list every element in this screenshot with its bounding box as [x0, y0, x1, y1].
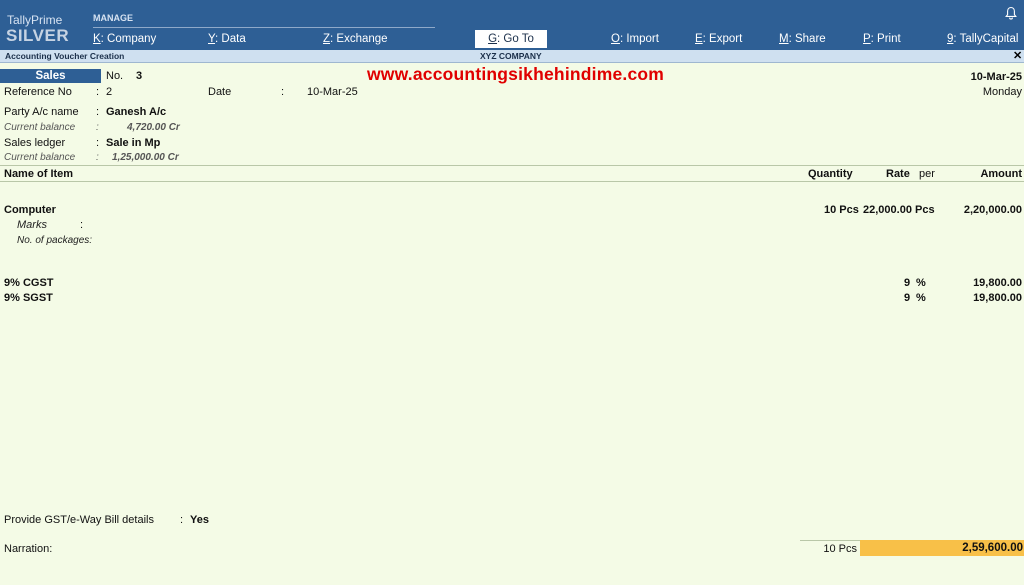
item-name[interactable]: Computer: [4, 204, 56, 216]
menu-key: G: [488, 33, 498, 45]
close-icon[interactable]: ✕: [1013, 49, 1022, 62]
menu-key: Y: [208, 33, 216, 45]
tax-row-amount: 19,800.00: [973, 292, 1022, 304]
bell-icon[interactable]: [1005, 6, 1017, 20]
brand-name: TallyPrime: [7, 13, 63, 27]
menu-key: K: [93, 33, 101, 45]
screen-title: Accounting Voucher Creation: [5, 51, 125, 61]
item-quantity[interactable]: 10 Pcs: [824, 204, 859, 216]
company-name: XYZ COMPANY: [480, 51, 542, 61]
top-bar: TallyPrime SILVER MANAGE K: Company Y: D…: [0, 0, 1024, 50]
tax-row-rate: 9: [904, 277, 911, 289]
col-header-rate: Rate: [886, 168, 910, 180]
menu-tallycapital[interactable]: 9: TallyCapital: [947, 33, 1018, 45]
voucher-day: Monday: [982, 86, 1022, 98]
tax-row-per: %: [916, 292, 926, 304]
col-header-quantity: Quantity: [808, 168, 853, 180]
col-header-item: Name of Item: [4, 168, 74, 180]
tax-row-name[interactable]: 9% CGST: [4, 277, 54, 289]
table-header-divider: [0, 181, 1024, 182]
gst-details-value[interactable]: Yes: [190, 514, 209, 526]
table-top-divider: [0, 165, 1024, 166]
voucher-no-value[interactable]: 3: [136, 70, 142, 82]
menu-key: O: [611, 33, 620, 45]
menu-label: : Share: [788, 33, 826, 45]
party-value[interactable]: Ganesh A/c: [106, 106, 166, 118]
reference-colon: :: [96, 86, 100, 98]
item-marks-colon: :: [80, 219, 84, 231]
party-balance-value: 4,720.00 Cr: [127, 122, 180, 133]
narration-label: Narration:: [4, 543, 53, 555]
date-label: Date: [208, 86, 232, 98]
sales-ledger-colon: :: [96, 137, 100, 149]
voucher-date-top[interactable]: 10-Mar-25: [971, 71, 1022, 83]
screen-title-bar: Accounting Voucher Creation XYZ COMPANY …: [0, 50, 1024, 63]
party-balance-colon: :: [96, 122, 99, 133]
menu-data[interactable]: Y: Data: [208, 33, 246, 45]
party-colon: :: [96, 106, 100, 118]
total-quantity: 10 Pcs: [800, 540, 860, 556]
ledger-balance-colon: :: [96, 152, 99, 163]
menu-label: : Exchange: [330, 33, 388, 45]
menu-label: : Import: [619, 33, 659, 45]
date-value[interactable]: 10-Mar-25: [307, 86, 358, 98]
party-balance-label: Current balance: [4, 122, 76, 133]
menu-print[interactable]: P: Print: [863, 33, 901, 45]
item-rate[interactable]: 22,000.00: [863, 204, 912, 216]
ledger-balance-label: Current balance: [4, 152, 76, 163]
menu-label: : Company: [100, 33, 157, 45]
menu-label: : TallyCapital: [953, 33, 1019, 45]
col-header-per: per: [919, 168, 935, 180]
item-amount[interactable]: 2,20,000.00: [964, 204, 1022, 216]
reference-label: Reference No: [4, 86, 72, 98]
menu-key: Z: [323, 33, 331, 45]
col-header-amount: Amount: [980, 168, 1022, 180]
manage-label: MANAGE: [93, 13, 133, 23]
menu-key: E: [695, 33, 703, 45]
tax-row-rate: 9: [904, 292, 911, 304]
party-label: Party A/c name: [4, 106, 79, 118]
brand-edition: SILVER: [6, 26, 70, 45]
menu-company[interactable]: K: Company: [93, 33, 156, 45]
ledger-balance-value: 1,25,000.00 Cr: [112, 152, 179, 163]
menu-exchange[interactable]: Z: Exchange: [323, 33, 388, 45]
reference-value[interactable]: 2: [106, 86, 112, 98]
menu-label: : Data: [215, 33, 246, 45]
sales-ledger-label: Sales ledger: [4, 137, 66, 149]
tax-row-per: %: [916, 277, 926, 289]
voucher-type[interactable]: Sales: [0, 69, 101, 83]
voucher-no-label: No.: [106, 70, 124, 82]
item-per[interactable]: Pcs: [915, 204, 935, 216]
menu-key: P: [863, 33, 871, 45]
menu-share[interactable]: M: Share: [779, 33, 826, 45]
menu-import[interactable]: O: Import: [611, 33, 659, 45]
menu-key: M: [779, 33, 789, 45]
gst-details-colon: :: [180, 514, 184, 526]
tax-row-name[interactable]: 9% SGST: [4, 292, 53, 304]
menu-label: : Go To: [497, 33, 534, 45]
tax-row-amount: 19,800.00: [973, 277, 1022, 289]
menu-label: : Print: [870, 33, 901, 45]
item-packages-label: No. of packages:: [17, 235, 93, 246]
menu-export[interactable]: E: Export: [695, 33, 742, 45]
total-amount[interactable]: 2,59,600.00: [860, 540, 1024, 556]
manage-divider: [93, 27, 435, 28]
gst-details-label: Provide GST/e-Way Bill details: [4, 514, 154, 526]
menu-label: : Export: [702, 33, 743, 45]
website-watermark: www.accountingsikhehindime.com: [367, 64, 665, 84]
date-colon: :: [281, 86, 285, 98]
sales-ledger-value[interactable]: Sale in Mp: [106, 137, 160, 149]
menu-goto[interactable]: G: Go To: [475, 30, 547, 48]
item-marks-label: Marks: [17, 219, 47, 231]
